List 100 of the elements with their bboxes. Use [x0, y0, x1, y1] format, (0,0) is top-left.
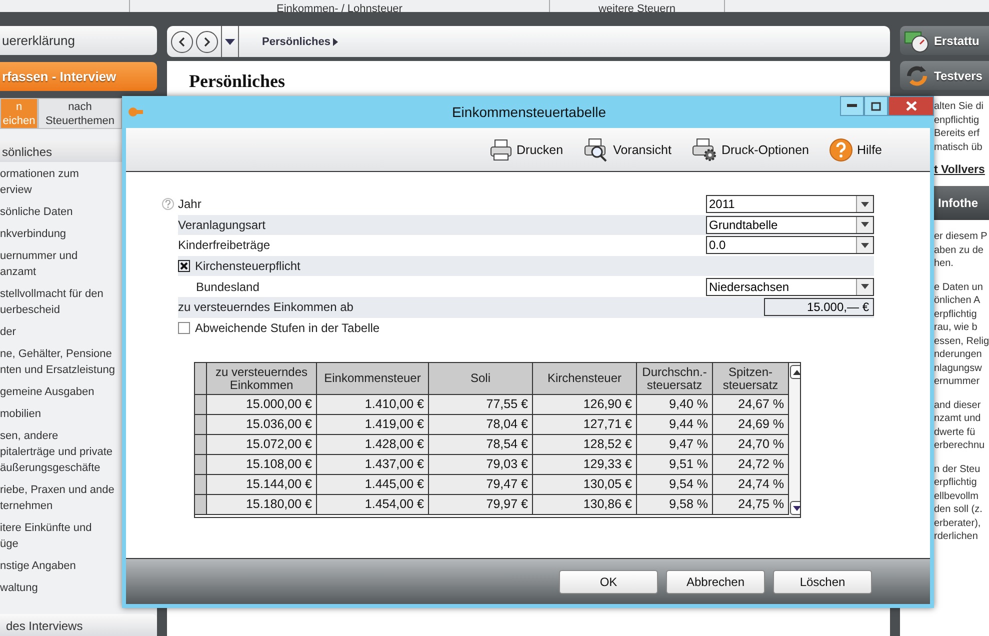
sidebar-footer-button[interactable]: des Interviews [0, 614, 157, 636]
app-logo-icon [128, 107, 144, 117]
table-cell: 1.428,00 € [317, 435, 429, 456]
help-icon[interactable] [162, 198, 174, 210]
field-label: Bundesland [196, 280, 260, 294]
side-action-button[interactable]: Testvers [900, 61, 989, 90]
close-button[interactable] [888, 96, 934, 116]
toolbar-button[interactable]: Drucken [488, 138, 564, 160]
checkbox[interactable] [178, 260, 190, 272]
cross-mark-icon [180, 262, 188, 270]
gauge-icon [904, 28, 930, 52]
breadcrumb[interactable]: Persönliches [262, 36, 330, 48]
toolbar-button[interactable]: Voransicht [583, 138, 672, 162]
table-cell: 1.445,00 € [317, 475, 429, 496]
upgrade-link[interactable]: t Vollvers [934, 164, 989, 176]
top-tab[interactable]: Einkommen- / Lohnsteuer [130, 0, 550, 12]
dialog-button[interactable]: Löschen [773, 570, 872, 594]
caret-icon [861, 222, 869, 228]
printer-gear-icon [691, 138, 718, 162]
table-cell: 9,44 % [637, 415, 713, 436]
dialog-button[interactable]: Abbrechen [666, 570, 765, 594]
row-header[interactable] [195, 455, 207, 476]
table-cell: 15.108,00 € [207, 455, 317, 476]
view-tab[interactable]: nach Steuerthemen [38, 98, 122, 129]
back-button[interactable] [171, 30, 193, 52]
table-cell: 1.410,00 € [317, 395, 429, 416]
scroll-up-button[interactable] [790, 365, 800, 380]
table-cell: 127,71 € [533, 415, 637, 436]
table-cell: 1.437,00 € [317, 455, 429, 476]
table-cell: 24,74 % [713, 475, 789, 496]
page-heading: Persönliches [189, 71, 286, 92]
column-header[interactable]: Kirchensteuer [533, 363, 637, 396]
field-label: Abweichende Stufen in der Tabelle [195, 320, 381, 335]
table-cell: 15.072,00 € [207, 435, 317, 456]
table-cell: 79,03 € [429, 455, 533, 476]
column-header[interactable]: Einkommensteuer [317, 363, 429, 396]
sidebar-button[interactable]: uererklärung [0, 26, 157, 55]
row-header[interactable] [195, 495, 207, 516]
amount-field[interactable]: 15.000,— € [764, 298, 874, 316]
field-label: Jahr [178, 197, 202, 212]
table-cell: 79,47 € [429, 475, 533, 496]
checkbox[interactable] [178, 322, 190, 334]
caret-icon [861, 202, 869, 207]
scroll-down-button[interactable] [790, 501, 800, 516]
table-cell: 24,67 % [713, 395, 789, 416]
minimize-icon [847, 104, 857, 108]
dropdown-field[interactable]: Grundtabelle [706, 216, 874, 234]
table-cell: 126,90 € [533, 395, 637, 416]
row-header[interactable] [195, 435, 207, 456]
dropdown-field[interactable]: Niedersachsen [706, 278, 874, 296]
table-cell: 130,05 € [533, 475, 637, 496]
minimize-button[interactable] [840, 96, 864, 116]
table-cell: 9,54 % [637, 475, 713, 496]
maximize-button[interactable] [864, 96, 888, 116]
table-cell: 24,69 % [713, 415, 789, 436]
chevron-left-icon [178, 36, 186, 46]
table-cell: 78,04 € [429, 415, 533, 436]
chevron-icon [333, 38, 338, 46]
toolbar-button[interactable]: Hilfe [828, 138, 882, 162]
table-cell: 15.000,00 € [207, 395, 317, 416]
window-title: Einkommensteuertabelle [450, 104, 608, 120]
field-label: Veranlagungsart [178, 218, 266, 232]
table-cell: 9,40 % [637, 395, 713, 416]
table-cell: 15.036,00 € [207, 415, 317, 436]
column-header[interactable]: Spitzen- steuersatz [713, 363, 789, 396]
dropdown-icon[interactable] [225, 38, 235, 44]
dropdown-field[interactable]: 0.0 [706, 236, 874, 254]
toolbar-button[interactable]: Druck-Optionen [691, 138, 809, 162]
info-paragraph: n der Steu erpflichtig ellbevollm den soll (z. erberater), rderlichen [934, 462, 984, 544]
down-arrow-icon [793, 506, 800, 511]
caret-icon [861, 242, 869, 248]
print-preview-icon [583, 138, 610, 162]
table-cell: 77,55 € [429, 395, 533, 416]
table-cell: 128,52 € [533, 435, 637, 456]
table-cell: 9,58 % [637, 495, 713, 516]
caret-icon [861, 284, 869, 290]
info-paragraph: er diesem P aben zu de hen. [934, 230, 988, 270]
dropdown-field[interactable]: 2011 [706, 195, 874, 214]
field-label: Kirchensteuerpflicht [195, 259, 302, 274]
row-header[interactable] [195, 415, 207, 436]
field-label: zu versteuerndes Einkommen ab [178, 300, 354, 314]
promo-text: alten Sie di enpflichtig Bereits erf matisch üb [934, 100, 984, 154]
side-action-button[interactable]: Erstattu [900, 26, 989, 55]
table-cell: 24,70 % [713, 435, 789, 456]
row-header[interactable] [195, 395, 207, 416]
table-cell: 9,51 % [637, 455, 713, 476]
column-header[interactable]: Soli [429, 363, 533, 396]
row-header[interactable] [195, 475, 207, 496]
field-label: Kinderfreibeträge [178, 238, 272, 252]
column-header[interactable]: Durchschn.- steuersatz [637, 363, 713, 396]
table-cell: 78,54 € [429, 435, 533, 456]
dialog-button[interactable]: OK [559, 570, 658, 594]
top-tab[interactable]: weitere Steuern [550, 0, 725, 12]
info-paragraph: e Daten un önlichen A erpflichtig rau, wie b essen, Relig nderungen nlagungsw ernummer [934, 280, 989, 388]
maximize-icon [871, 102, 881, 110]
forward-button[interactable] [196, 30, 218, 52]
table-cell: 9,47 % [637, 435, 713, 456]
table-cell: 24,72 % [713, 455, 789, 476]
info-paragraph: and dieser nzamt und dwerte fü erberechnu [934, 398, 986, 452]
column-header[interactable]: zu versteuerndes Einkommen [207, 363, 317, 396]
